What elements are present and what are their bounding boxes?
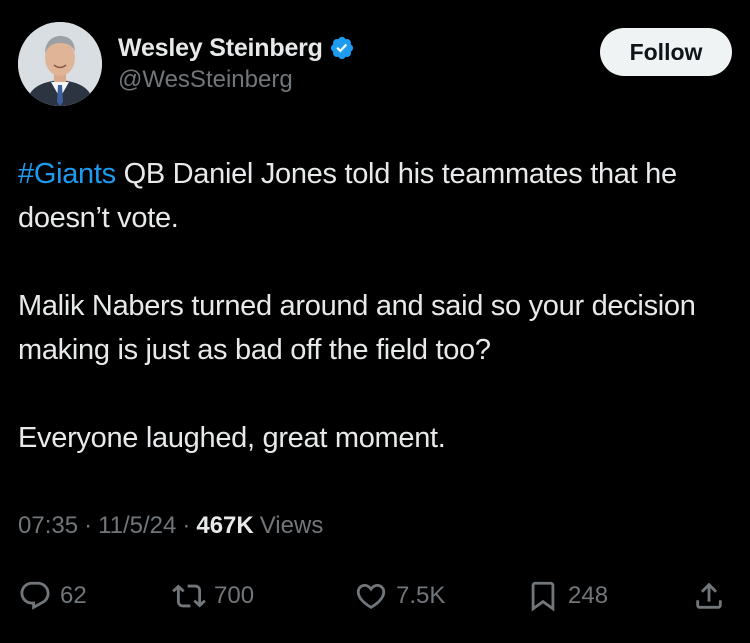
- tweet-paragraph: Malik Nabers turned around and said so y…: [18, 284, 730, 372]
- reply-icon: [20, 581, 50, 610]
- retweet-button[interactable]: 700: [172, 574, 254, 618]
- tweet-paragraph: Everyone laughed, great moment.: [18, 416, 730, 460]
- bookmark-count: 248: [568, 582, 609, 609]
- tweet-text: #Giants QB Daniel Jones told his teammat…: [18, 152, 730, 460]
- tweet-paragraph-text: Everyone laughed, great moment.: [18, 422, 446, 454]
- tweet-paragraph-text: QB Daniel Jones told his teammates that …: [18, 158, 677, 234]
- author-names: Wesley Steinberg @WesSteinberg: [118, 30, 355, 94]
- bookmark-icon: [531, 581, 555, 612]
- like-count: 7.5K: [396, 582, 446, 609]
- share-button[interactable]: [692, 574, 726, 618]
- display-name-row: Wesley Steinberg: [118, 30, 355, 66]
- share-icon: [696, 582, 722, 609]
- views-label: Views: [259, 512, 324, 539]
- tweet-header: Wesley Steinberg @WesSteinberg Follow: [18, 22, 732, 112]
- tweet-paragraph-text: Malik Nabers turned around and said so y…: [18, 290, 696, 366]
- hashtag-link[interactable]: #Giants: [18, 158, 116, 190]
- bookmark-button[interactable]: 248: [526, 574, 608, 618]
- meta-separator: ·: [182, 512, 191, 539]
- heart-icon: [356, 583, 386, 609]
- display-name[interactable]: Wesley Steinberg: [118, 34, 323, 63]
- tweet-time[interactable]: 07:35: [18, 512, 78, 540]
- retweet-count: 700: [214, 582, 255, 609]
- like-button[interactable]: 7.5K: [354, 574, 445, 618]
- retweet-icon: [172, 584, 206, 608]
- reply-button[interactable]: 62: [18, 574, 87, 618]
- tweet-date[interactable]: 11/5/24: [98, 512, 176, 540]
- verified-badge-icon[interactable]: [329, 35, 355, 61]
- meta-separator: ·: [84, 512, 93, 539]
- follow-button[interactable]: Follow: [600, 28, 732, 76]
- avatar-image: [18, 22, 102, 106]
- views-count[interactable]: 467K: [196, 512, 253, 540]
- tweet-meta: 07:35 · 11/5/24 · 467K Views: [18, 512, 323, 540]
- avatar[interactable]: [18, 22, 102, 106]
- reply-count: 62: [60, 582, 87, 609]
- tweet-paragraph: #Giants QB Daniel Jones told his teammat…: [18, 152, 730, 240]
- handle[interactable]: @WesSteinberg: [118, 66, 355, 94]
- action-bar: 62 700 7.5K 248: [18, 574, 732, 618]
